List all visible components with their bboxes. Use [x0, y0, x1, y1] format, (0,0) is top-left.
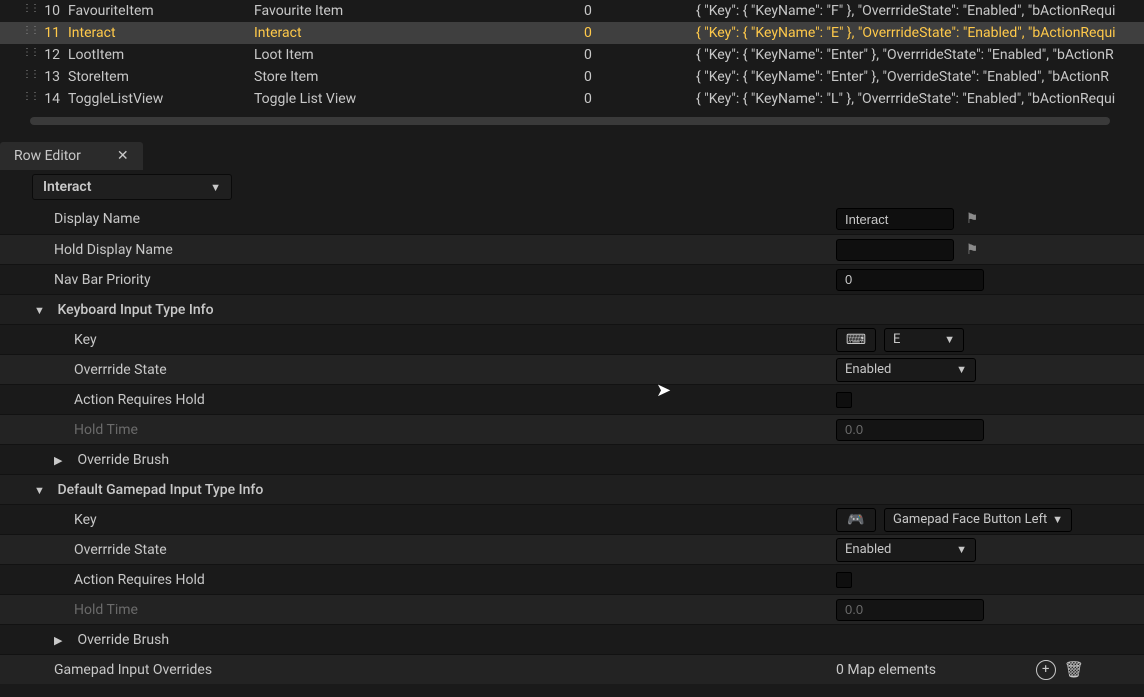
expand-down-icon[interactable]: ▼: [34, 484, 48, 497]
row-name: FavouriteItem: [68, 3, 254, 19]
row-number: 0: [584, 25, 696, 41]
tab-bar: Row Editor ✕: [0, 142, 1144, 170]
flag-icon[interactable]: ⚑: [962, 241, 982, 259]
row-name: Interact: [68, 25, 254, 41]
row-display: Toggle List View: [254, 91, 584, 107]
row-display: Store Item: [254, 69, 584, 85]
row-index: 10: [40, 3, 68, 19]
row-json: { "Key": { "KeyName": "L" }, "OverrrideS…: [696, 91, 1144, 107]
prop-label: Key: [0, 332, 836, 348]
tab-title: Row Editor: [14, 148, 81, 164]
table-row[interactable]: 10 FavouriteItem Favourite Item 0 { "Key…: [0, 0, 1144, 22]
nav-bar-priority-input[interactable]: [836, 269, 984, 291]
section-override-brush[interactable]: ▶ Override Brush: [0, 452, 836, 468]
prop-label: Nav Bar Priority: [0, 272, 836, 288]
keyboard-icon[interactable]: ⌨: [836, 328, 876, 352]
expand-right-icon[interactable]: ▶: [54, 634, 68, 647]
gamepad-override-dropdown[interactable]: Enabled ▼: [836, 538, 976, 562]
gamepad-key-dropdown[interactable]: Gamepad Face Button Left ▼: [884, 508, 1072, 532]
prop-label: Overrride State: [0, 542, 836, 558]
section-gamepad[interactable]: ▼ Default Gamepad Input Type Info: [0, 482, 836, 498]
row-index: 12: [40, 47, 68, 63]
prop-label: Hold Display Name: [0, 242, 836, 258]
row-name: LootItem: [68, 47, 254, 63]
expand-right-icon[interactable]: ▶: [54, 454, 68, 467]
section-override-brush[interactable]: ▶ Override Brush: [0, 632, 836, 648]
add-element-button[interactable]: +: [1036, 660, 1056, 680]
prop-label: Key: [0, 512, 836, 528]
expand-down-icon[interactable]: ▼: [34, 304, 48, 317]
prop-label: Overrride State: [0, 362, 836, 378]
table-row[interactable]: 12 LootItem Loot Item 0 { "Key": { "KeyN…: [0, 44, 1144, 66]
chevron-down-icon: ▼: [956, 543, 967, 556]
keyboard-hold-time-input[interactable]: [836, 419, 984, 441]
keyboard-override-dropdown[interactable]: Enabled ▼: [836, 358, 976, 382]
gamepad-hold-time-input[interactable]: [836, 599, 984, 621]
row-number: 0: [584, 3, 696, 19]
flag-icon[interactable]: ⚑: [962, 210, 982, 228]
map-elements-count: 0 Map elements: [836, 662, 936, 678]
chevron-down-icon: ▼: [1052, 513, 1063, 526]
data-table: 10 FavouriteItem Favourite Item 0 { "Key…: [0, 0, 1144, 110]
row-json: { "Key": { "KeyName": "Enter" }, "Overri…: [696, 69, 1144, 85]
row-index: 14: [40, 91, 68, 107]
drag-handle-icon[interactable]: [20, 48, 34, 62]
table-row[interactable]: 13 StoreItem Store Item 0 { "Key": { "Ke…: [0, 66, 1144, 88]
row-number: 0: [584, 69, 696, 85]
prop-label: Action Requires Hold: [0, 572, 836, 588]
row-name: ToggleListView: [68, 91, 254, 107]
row-json: { "Key": { "KeyName": "Enter" }, "Overrr…: [696, 47, 1144, 63]
row-name: StoreItem: [68, 69, 254, 85]
row-display: Interact: [254, 25, 584, 41]
prop-label: Gamepad Input Overrides: [0, 662, 836, 678]
horizontal-scrollbar[interactable]: [0, 114, 1144, 128]
prop-label: Hold Time: [0, 602, 836, 618]
row-number: 0: [584, 47, 696, 63]
row-json: { "Key": { "KeyName": "F" }, "OverrrideS…: [696, 3, 1144, 19]
drag-handle-icon[interactable]: [20, 92, 34, 106]
prop-label: Hold Time: [0, 422, 836, 438]
row-display: Loot Item: [254, 47, 584, 63]
drag-handle-icon[interactable]: [20, 26, 34, 40]
tab-row-editor[interactable]: Row Editor ✕: [0, 142, 143, 170]
drag-handle-icon[interactable]: [20, 4, 34, 18]
property-panel: Display Name ⚑ Hold Display Name ⚑ Nav B…: [0, 204, 1144, 684]
row-display: Favourite Item: [254, 3, 584, 19]
hold-display-name-input[interactable]: [836, 239, 954, 261]
chevron-down-icon: ▼: [944, 333, 955, 346]
gamepad-icon[interactable]: 🎮: [836, 508, 876, 532]
close-icon[interactable]: ✕: [117, 148, 129, 164]
prop-label: Action Requires Hold: [0, 392, 836, 408]
trash-icon[interactable]: 🗑: [1064, 660, 1084, 679]
row-index: 11: [40, 25, 68, 41]
chevron-down-icon: ▼: [210, 181, 221, 194]
prop-label: Display Name: [0, 211, 836, 227]
row-number: 0: [584, 91, 696, 107]
row-json: { "Key": { "KeyName": "E" }, "OverrrideS…: [696, 25, 1144, 41]
section-keyboard[interactable]: ▼ Keyboard Input Type Info: [0, 302, 836, 318]
keyboard-hold-checkbox[interactable]: [836, 392, 852, 408]
keyboard-key-dropdown[interactable]: E ▼: [884, 328, 964, 352]
row-index: 13: [40, 69, 68, 85]
table-row[interactable]: 14 ToggleListView Toggle List View 0 { "…: [0, 88, 1144, 110]
drag-handle-icon[interactable]: [20, 70, 34, 84]
table-row[interactable]: 11 Interact Interact 0 { "Key": { "KeyNa…: [0, 22, 1144, 44]
gamepad-hold-checkbox[interactable]: [836, 572, 852, 588]
row-select-dropdown[interactable]: Interact ▼: [32, 174, 232, 200]
chevron-down-icon: ▼: [956, 363, 967, 376]
row-select-value: Interact: [43, 179, 91, 195]
display-name-input[interactable]: [836, 208, 954, 230]
